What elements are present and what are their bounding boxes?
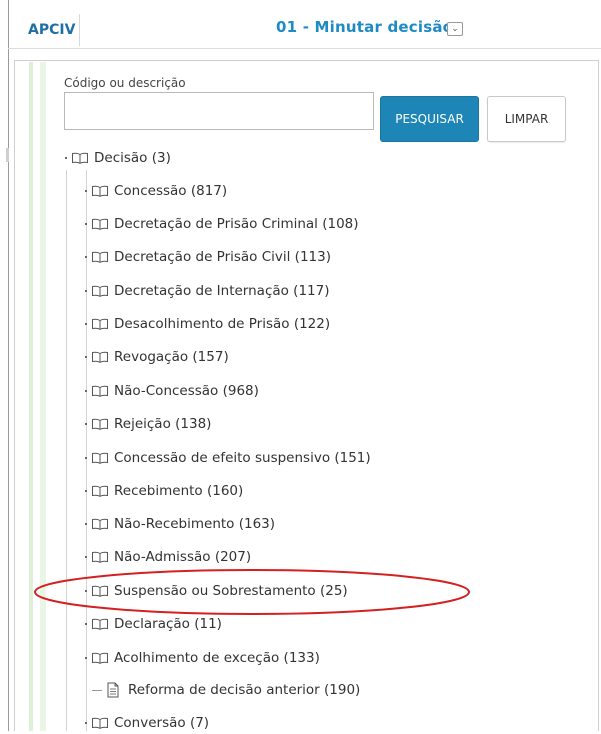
- tree-connector: [85, 390, 87, 392]
- tree-node-desacolhimento-prisao[interactable]: Desacolhimento de Prisão (122): [85, 313, 330, 335]
- tree-connector: [85, 190, 87, 192]
- tree-node-label: Declaração (11): [114, 616, 222, 632]
- tree-node-nao-concessao[interactable]: Não-Concessão (968): [85, 380, 259, 402]
- header-divider: [8, 48, 601, 49]
- tree-connector: [85, 323, 87, 325]
- document-icon: [107, 682, 119, 698]
- left-frame-marker: [6, 148, 9, 162]
- tree-node-label: Decretação de Prisão Civil (113): [114, 249, 331, 265]
- book-icon: [92, 251, 108, 263]
- tree-node-nao-recebimento[interactable]: Não-Recebimento (163): [85, 513, 275, 535]
- tree-guide-line-root: [66, 170, 67, 731]
- tree-node-label: Concessão de efeito suspensivo (151): [114, 450, 371, 466]
- top-bar: APCIV 01 - Minutar decisão ⌄: [0, 0, 601, 48]
- left-frame-border: [8, 0, 9, 731]
- tree-connector: [85, 223, 87, 225]
- tree-node-rejeicao[interactable]: Rejeição (138): [85, 413, 211, 435]
- tree-node-label: Não-Recebimento (163): [114, 516, 276, 532]
- book-icon: [92, 285, 108, 297]
- book-icon: [92, 452, 108, 464]
- tree-connector: [85, 290, 87, 292]
- tree-connector: [85, 657, 87, 659]
- tree-node-label: Reforma de decisão anterior (190): [128, 682, 361, 698]
- tab-apciv[interactable]: APCIV: [20, 14, 80, 46]
- tree-node-label: Decisão (3): [94, 150, 171, 166]
- tree-connector: [85, 556, 87, 558]
- tree-node-decretacao-internacao[interactable]: Decretação de Internação (117): [85, 280, 330, 302]
- search-label: Código ou descrição: [64, 76, 186, 90]
- search-button[interactable]: PESQUISAR: [380, 96, 479, 142]
- tree-node-label: Recebimento (160): [114, 483, 244, 499]
- tree-connector: [85, 722, 87, 724]
- tree-guide-bar: [29, 62, 33, 731]
- tree-connector: [85, 523, 87, 525]
- tree-connector: [85, 457, 87, 459]
- tree-node-revogacao[interactable]: Revogação (157): [85, 346, 229, 368]
- task-title: 01 - Minutar decisão: [276, 18, 454, 36]
- tree-connector: [85, 623, 87, 625]
- task-dropdown-button[interactable]: ⌄: [447, 22, 463, 36]
- tree-node-recebimento[interactable]: Recebimento (160): [85, 480, 243, 502]
- tree-node-label: Não-Concessão (968): [114, 383, 259, 399]
- tree-node-suspensao-sobrestamento[interactable]: Suspensão ou Sobrestamento (25): [85, 580, 348, 602]
- book-icon: [92, 652, 108, 664]
- book-icon: [72, 152, 88, 164]
- tree-node-decretacao-prisao-criminal[interactable]: Decretação de Prisão Criminal (108): [85, 213, 359, 235]
- book-icon: [92, 218, 108, 230]
- tree-connector: [85, 423, 87, 425]
- tree-connector: [85, 590, 87, 592]
- tree-node-label: Revogação (157): [114, 349, 229, 365]
- tree-node-label: Não-Admissão (207): [114, 549, 252, 565]
- tree-node-label: Desacolhimento de Prisão (122): [114, 316, 331, 332]
- tree-connector: [92, 689, 102, 691]
- book-icon: [92, 551, 108, 563]
- book-icon: [92, 185, 108, 197]
- book-icon: [92, 418, 108, 430]
- tree-guide-bar-light: [40, 62, 46, 731]
- tree-connector: [85, 490, 87, 492]
- tree-node-label: Decretação de Prisão Criminal (108): [114, 216, 359, 232]
- chevron-down-icon: ⌄: [451, 24, 459, 34]
- tree-node-label: Conversão (7): [114, 715, 210, 731]
- book-icon: [92, 717, 108, 729]
- book-icon: [92, 518, 108, 530]
- tree-node-label: Concessão (817): [114, 183, 228, 199]
- tree-node-declaracao[interactable]: Declaração (11): [85, 613, 222, 635]
- book-icon: [92, 585, 108, 597]
- book-icon: [92, 318, 108, 330]
- clear-button[interactable]: LIMPAR: [487, 96, 566, 142]
- tree-node-decretacao-prisao-civil[interactable]: Decretação de Prisão Civil (113): [85, 246, 331, 268]
- tree-connector: [65, 157, 67, 159]
- tree-node-label: Decretação de Internação (117): [114, 283, 330, 299]
- tree-node-reforma-decisao-anterior[interactable]: Reforma de decisão anterior (190): [92, 679, 360, 701]
- search-input[interactable]: [64, 92, 374, 130]
- tree-node-nao-admissao[interactable]: Não-Admissão (207): [85, 546, 251, 568]
- book-icon: [92, 385, 108, 397]
- tree-node-concessao[interactable]: Concessão (817): [85, 180, 227, 202]
- tree-node-label: Acolhimento de exceção (133): [114, 650, 320, 666]
- tree-connector: [85, 356, 87, 358]
- tree-node-acolhimento-excecao[interactable]: Acolhimento de exceção (133): [85, 647, 320, 669]
- tree-node-label: Suspensão ou Sobrestamento (25): [114, 583, 348, 599]
- book-icon: [92, 618, 108, 630]
- book-icon: [92, 351, 108, 363]
- tree-node-label: Rejeição (138): [114, 416, 212, 432]
- tree-node-root[interactable]: Decisão (3): [65, 147, 171, 169]
- tree-node-concessao-efeito-suspensivo[interactable]: Concessão de efeito suspensivo (151): [85, 447, 371, 469]
- tree-connector: [85, 256, 87, 258]
- book-icon: [92, 485, 108, 497]
